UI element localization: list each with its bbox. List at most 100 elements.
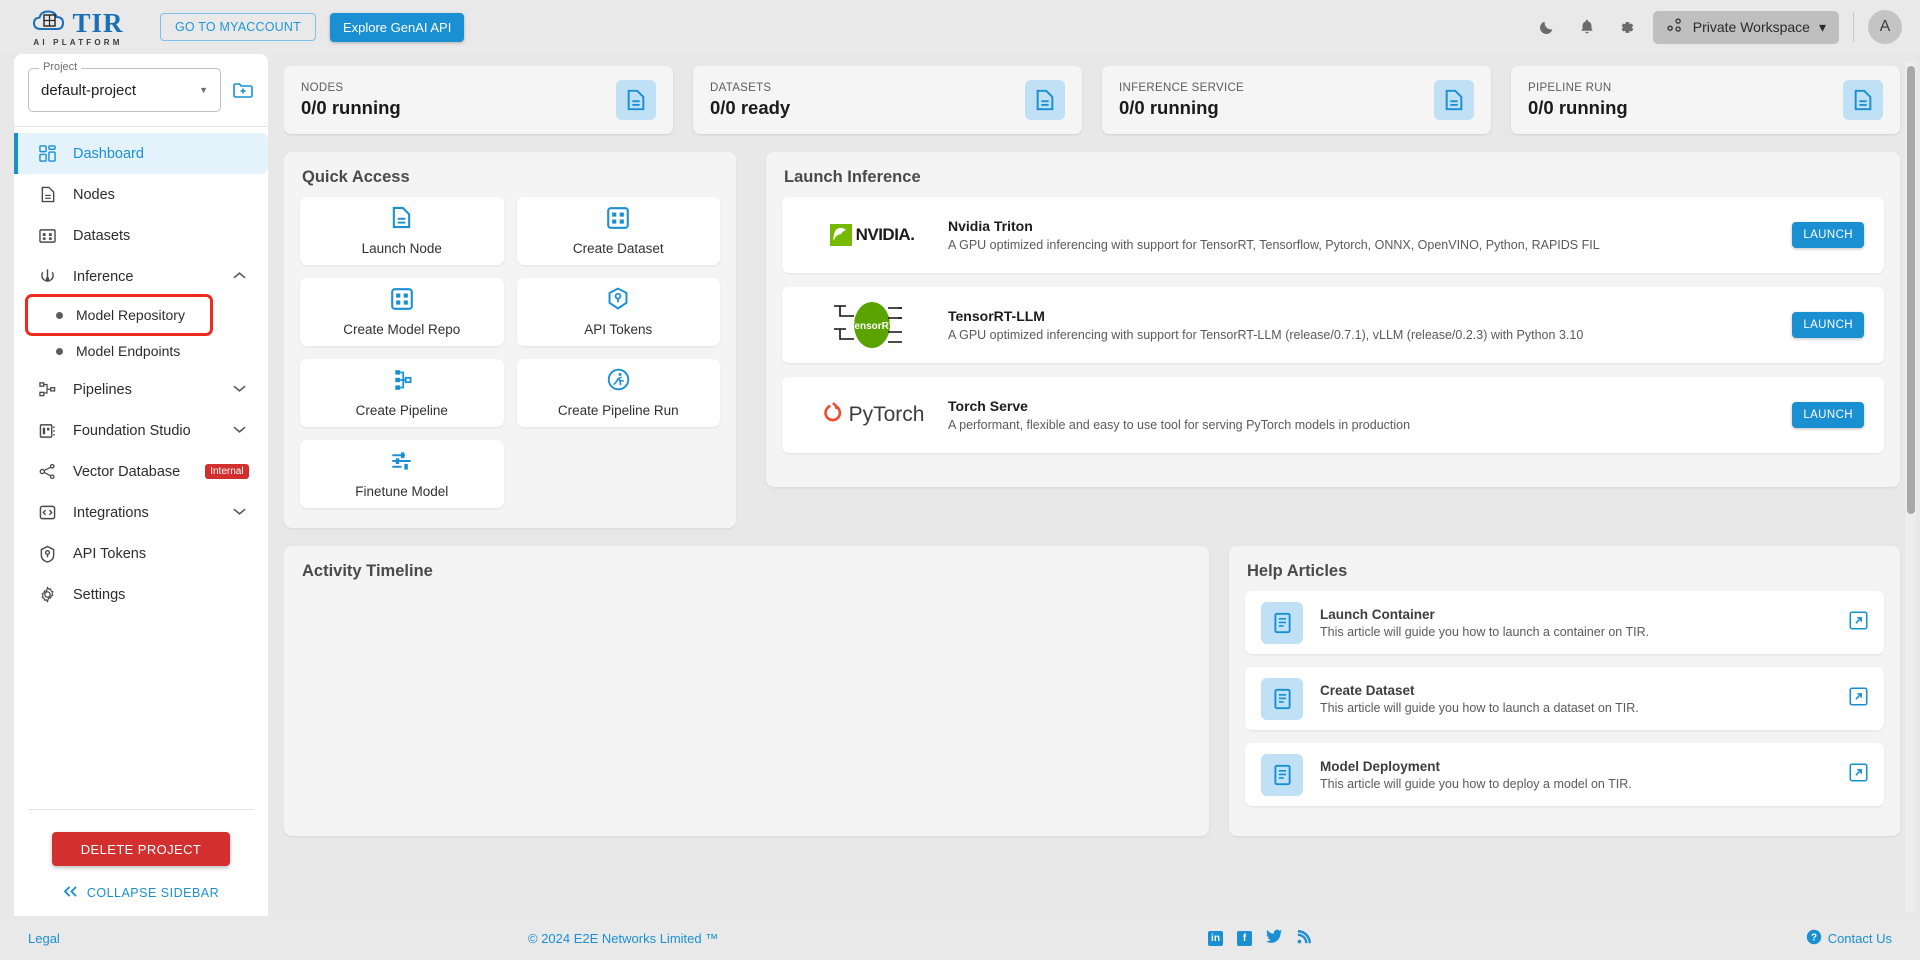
chevron-down-icon — [233, 384, 246, 396]
quick-tile-api-tokens[interactable]: API Tokens — [516, 278, 720, 346]
new-project-folder-icon[interactable] — [230, 77, 256, 103]
sidebar-item-api-tokens[interactable]: API Tokens — [14, 533, 268, 574]
sidebar-item-settings[interactable]: Settings — [14, 574, 268, 615]
stat-card-inference-service[interactable]: INFERENCE SERVICE 0/0 running — [1102, 66, 1491, 134]
sidebar-item-foundation-studio[interactable]: Foundation Studio — [14, 410, 268, 451]
stat-label: NODES — [301, 81, 344, 94]
help-desc: This article will guide you how to launc… — [1320, 624, 1650, 639]
logo-wordmark: TIR — [72, 7, 124, 38]
sidebar-item-nodes[interactable]: Nodes — [14, 174, 268, 215]
dark-mode-icon[interactable] — [1527, 7, 1567, 47]
inference-desc: A GPU optimized inferencing with support… — [948, 238, 1600, 252]
external-link-icon[interactable] — [1849, 610, 1868, 635]
tir-logo[interactable]: TIR AI PLATFORM — [18, 8, 138, 47]
help-question-icon: ? — [1806, 929, 1822, 948]
contact-us-link[interactable]: ? Contact Us — [1806, 929, 1892, 948]
pipeline-icon — [391, 369, 413, 396]
help-title: Create Dataset — [1320, 682, 1415, 698]
settings-gear-icon — [38, 586, 57, 603]
stat-label: INFERENCE SERVICE — [1119, 81, 1245, 94]
avatar[interactable]: A — [1868, 10, 1902, 44]
stat-cards: NODES 0/0 running DATASETS 0/0 ready INF… — [284, 66, 1900, 134]
launch-button[interactable]: LAUNCH — [1792, 402, 1864, 428]
bullet-dot-icon — [56, 347, 63, 355]
inference-desc: A GPU optimized inferencing with support… — [948, 328, 1584, 342]
sidebar-item-vector-database[interactable]: Vector Database Internal — [14, 451, 268, 492]
workspace-nodes-icon — [1666, 17, 1684, 37]
header-divider — [1853, 12, 1854, 42]
inference-card-nvidia-triton[interactable]: NVIDIA. Nvidia Triton A GPU optimized in… — [782, 197, 1884, 273]
top-bar: TIR AI PLATFORM GO TO MYACCOUNT Explore … — [0, 0, 1920, 54]
sidebar-item-inference[interactable]: Inference — [14, 256, 268, 297]
sidebar-footer-divider — [28, 809, 254, 810]
quick-tile-create-pipeline[interactable]: Create Pipeline — [300, 359, 504, 427]
project-select[interactable]: Project default-project ▼ — [28, 61, 221, 112]
linkedin-icon[interactable]: in — [1208, 930, 1223, 946]
settings-gear-icon[interactable] — [1607, 7, 1647, 47]
quick-tile-create-model-repo[interactable]: Create Model Repo — [300, 278, 504, 346]
footer: Legal © 2024 E2E Networks Limited ™ in f… — [0, 916, 1920, 960]
workspace-selector[interactable]: Private Workspace ▾ — [1652, 10, 1839, 44]
project-legend: Project — [39, 61, 82, 73]
help-card-create-dataset[interactable]: Create Dataset This article will guide y… — [1245, 667, 1884, 730]
quick-tile-label: Create Pipeline — [355, 402, 448, 418]
inference-card-tensorrt-llm[interactable]: TensorRT TensorRT-LLM A GPU optimized in… — [782, 287, 1884, 363]
inference-icon — [38, 268, 57, 285]
help-card-model-deployment[interactable]: Model Deployment This article will guide… — [1245, 743, 1884, 806]
twitter-icon[interactable] — [1266, 929, 1283, 947]
collapse-sidebar-button[interactable]: COLLAPSE SIDEBAR — [14, 886, 268, 900]
facebook-icon[interactable]: f — [1237, 930, 1252, 946]
explore-genai-api-button[interactable]: Explore GenAI API — [329, 12, 465, 42]
launch-button[interactable]: LAUNCH — [1792, 312, 1864, 338]
runner-circle-icon — [607, 368, 630, 396]
sidebar-item-label: API Tokens — [73, 545, 147, 562]
double-chevron-left-icon — [63, 886, 78, 900]
sidebar-item-label: Integrations — [73, 504, 149, 521]
collapse-sidebar-label: COLLAPSE SIDEBAR — [86, 886, 220, 900]
launch-button[interactable]: LAUNCH — [1792, 222, 1864, 248]
quick-tile-finetune-model[interactable]: Finetune Model — [300, 440, 504, 508]
inference-name: Torch Serve — [948, 398, 1028, 414]
chevron-up-icon — [233, 271, 246, 283]
sidebar-item-label: Datasets — [73, 227, 131, 244]
sidebar-item-label: Settings — [73, 586, 126, 603]
quick-tile-create-pipeline-run[interactable]: Create Pipeline Run — [516, 359, 720, 427]
main-scrollbar-thumb[interactable] — [1907, 66, 1915, 514]
quick-tile-launch-node[interactable]: Launch Node — [300, 197, 504, 265]
notification-bell-icon[interactable] — [1567, 7, 1607, 47]
help-card-launch-container[interactable]: Launch Container This article will guide… — [1245, 591, 1884, 654]
grid-icon — [607, 206, 630, 234]
external-link-icon[interactable] — [1849, 686, 1868, 711]
document-icon — [1843, 80, 1883, 120]
sidebar-item-model-repository[interactable]: Model Repository — [25, 294, 213, 336]
sidebar-item-pipelines[interactable]: Pipelines — [14, 369, 268, 410]
dashboard-grid-icon — [38, 145, 57, 162]
status-badge: Internal — [205, 464, 249, 479]
sidebar-item-model-endpoints[interactable]: Model Endpoints — [14, 333, 268, 369]
inference-card-torch-serve[interactable]: PyTorch Torch Serve A performant, flexib… — [782, 377, 1884, 453]
document-icon — [1025, 80, 1065, 120]
stat-card-datasets[interactable]: DATASETS 0/0 ready — [693, 66, 1082, 134]
stat-label: DATASETS — [710, 81, 772, 94]
sidebar-item-datasets[interactable]: Datasets — [14, 215, 268, 256]
inference-name: Nvidia Triton — [948, 218, 1033, 234]
stat-card-pipeline-run[interactable]: PIPELINE RUN 0/0 running — [1511, 66, 1900, 134]
pytorch-wordmark: PyTorch — [848, 403, 925, 426]
legal-link[interactable]: Legal — [28, 931, 60, 946]
main-content: NODES 0/0 running DATASETS 0/0 ready INF… — [284, 54, 1920, 916]
chevron-down-icon: ▾ — [1818, 18, 1826, 35]
sidebar-item-integrations[interactable]: Integrations — [14, 492, 268, 533]
delete-project-button[interactable]: DELETE PROJECT — [52, 832, 230, 866]
workspace-label: Private Workspace — [1692, 19, 1810, 35]
chevron-down-icon — [233, 425, 246, 437]
node-document-icon — [38, 186, 57, 203]
go-to-myaccount-button[interactable]: GO TO MYACCOUNT — [160, 13, 316, 41]
rss-icon[interactable] — [1297, 929, 1312, 947]
panel-title: Quick Access — [302, 168, 410, 186]
quick-tile-create-dataset[interactable]: Create Dataset — [516, 197, 720, 265]
external-link-icon[interactable] — [1849, 762, 1868, 787]
integrations-code-icon — [38, 504, 57, 521]
quick-tile-label: Launch Node — [361, 241, 442, 256]
stat-card-nodes[interactable]: NODES 0/0 running — [284, 66, 673, 134]
sidebar-item-dashboard[interactable]: Dashboard — [14, 133, 268, 174]
